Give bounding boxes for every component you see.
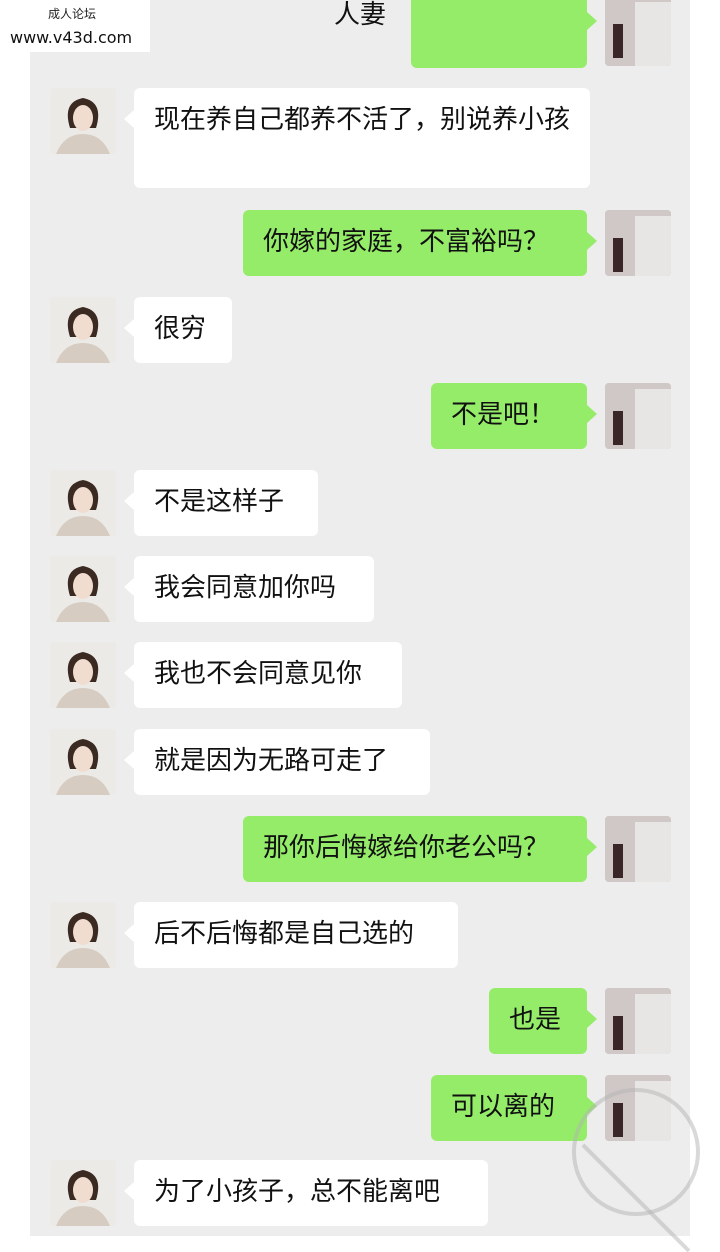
partial-sent-bubble [411, 0, 597, 68]
received-message: 为了小孩子，总不能离吧 [124, 1160, 488, 1226]
sent-message: 也是 [489, 988, 597, 1054]
contact-avatar[interactable] [50, 642, 116, 708]
my-avatar[interactable] [605, 210, 671, 276]
received-message: 很穷 [124, 297, 232, 363]
sent-message: 那你后悔嫁给你老公吗？ [243, 816, 597, 882]
sent-message: 你嫁的家庭，不富裕吗？ [243, 210, 597, 276]
contact-avatar[interactable] [50, 902, 116, 968]
contact-avatar[interactable] [50, 297, 116, 363]
received-message: 现在养自己都养不活了，别说养小孩 [124, 88, 590, 188]
received-message: 就是因为无路可走了 [124, 729, 430, 795]
contact-avatar[interactable] [50, 1160, 116, 1226]
contact-avatar[interactable] [50, 729, 116, 795]
watermark: 成人论坛 www.v43d.com [0, 0, 150, 52]
received-message: 我也不会同意见你 [124, 642, 402, 708]
received-message: 我会同意加你吗 [124, 556, 374, 622]
contact-avatar[interactable] [50, 88, 116, 154]
sent-message: 可以离的 [431, 1075, 597, 1141]
watermark-stamp-icon [572, 1088, 700, 1216]
watermark-url: www.v43d.com [10, 28, 133, 47]
contact-avatar[interactable] [50, 470, 116, 536]
my-avatar[interactable] [605, 0, 671, 66]
received-message: 不是这样子 [124, 470, 318, 536]
sent-message: 不是吧！ [431, 383, 597, 449]
received-message: 后不后悔都是自己选的 [124, 902, 458, 968]
watermark-line1: 成人论坛 [48, 7, 97, 21]
my-avatar[interactable] [605, 816, 671, 882]
my-avatar[interactable] [605, 383, 671, 449]
contact-avatar[interactable] [50, 556, 116, 622]
my-avatar[interactable] [605, 988, 671, 1054]
